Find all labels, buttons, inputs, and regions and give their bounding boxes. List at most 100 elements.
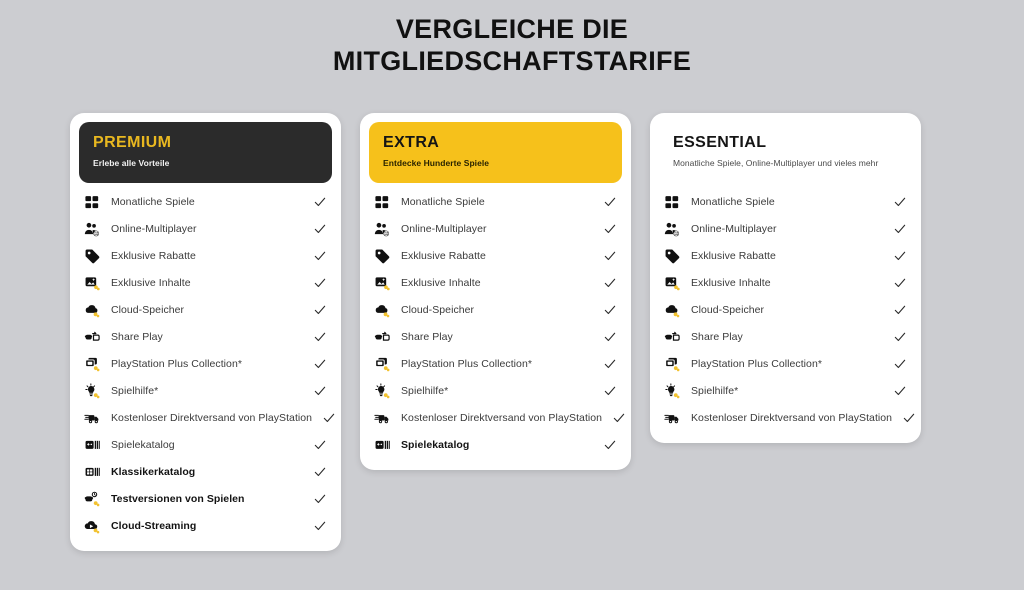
check-icon xyxy=(313,384,327,398)
feature-label: Exklusive Rabatte xyxy=(401,249,486,262)
feature-row: Spielekatalog xyxy=(84,432,327,459)
feature-label: Exklusive Rabatte xyxy=(691,249,776,262)
feature-row: Monatliche Spiele xyxy=(664,189,907,216)
feature-row: Exklusive Rabatte xyxy=(84,243,327,270)
free-shipping-icon xyxy=(664,410,681,427)
game-catalog-icon xyxy=(374,437,391,454)
page-title-line-2: MITGLIEDSCHAFTSTARIFE xyxy=(332,45,692,76)
check-icon xyxy=(603,276,617,290)
online-multiplayer-icon xyxy=(84,221,101,238)
feature-label: PlayStation Plus Collection* xyxy=(691,357,822,370)
tier-card-essential[interactable]: ESSENTIAL Monatliche Spiele, Online-Multi… xyxy=(650,113,921,443)
check-icon xyxy=(313,249,327,263)
feature-row: Exklusive Inhalte xyxy=(84,270,327,297)
classics-catalog-icon xyxy=(84,464,101,481)
feature-label: Spielhilfe* xyxy=(691,384,739,397)
check-icon xyxy=(893,357,907,371)
feature-row: Spielhilfe* xyxy=(84,378,327,405)
feature-label: Spielhilfe* xyxy=(111,384,159,397)
feature-label: Online-Multiplayer xyxy=(111,222,197,235)
check-icon xyxy=(313,357,327,371)
plus-collection-icon xyxy=(664,356,681,373)
feature-row: Exklusive Inhalte xyxy=(374,270,617,297)
feature-row: PlayStation Plus Collection* xyxy=(84,351,327,378)
cloud-streaming-icon xyxy=(84,518,101,535)
check-icon xyxy=(603,249,617,263)
check-icon xyxy=(902,411,916,425)
feature-label: Share Play xyxy=(111,330,163,343)
feature-row: Spielhilfe* xyxy=(374,378,617,405)
tier-subtitle-premium: Erlebe alle Vorteile xyxy=(93,158,170,168)
feature-label: Spielekatalog xyxy=(111,438,175,451)
page-title-line-1: VERGLEICHE DIE xyxy=(395,14,629,44)
feature-row: Exklusive Rabatte xyxy=(374,243,617,270)
tier-card-extra[interactable]: EXTRA Entdecke Hunderte Spiele Monatliche … xyxy=(360,113,631,470)
cloud-storage-icon xyxy=(664,302,681,319)
check-icon xyxy=(313,492,327,506)
comparison-page: VERGLEICHE DIE MITGLIEDSCHAFTSTARIFE PRE… xyxy=(0,0,1024,590)
free-shipping-icon xyxy=(84,410,101,427)
plus-collection-icon xyxy=(84,356,101,373)
feature-row: Online-Multiplayer xyxy=(374,216,617,243)
feature-row: Kostenloser Direktversand von PlayStatio… xyxy=(374,405,625,432)
exclusive-content-icon xyxy=(374,275,391,292)
monthly-games-icon xyxy=(84,194,101,211)
feature-row: Cloud-Streaming xyxy=(84,513,327,540)
feature-list-premium: Monatliche Spiele Online-Multiplayer Exklu… xyxy=(79,183,335,540)
feature-row: Spielekatalog xyxy=(374,432,617,459)
feature-row: Monatliche Spiele xyxy=(374,189,617,216)
feature-label: Monatliche Spiele xyxy=(691,195,775,208)
check-icon xyxy=(603,384,617,398)
feature-label: Kostenloser Direktversand von PlayStatio… xyxy=(111,411,313,424)
exclusive-discounts-icon xyxy=(84,248,101,265)
feature-row: Kostenloser Direktversand von PlayStatio… xyxy=(664,405,915,432)
feature-row: Cloud-Speicher xyxy=(84,297,327,324)
feature-label: Cloud-Streaming xyxy=(111,519,197,532)
game-help-icon xyxy=(374,382,391,400)
feature-label: Testversionen von Spielen xyxy=(111,492,245,505)
feature-row: Cloud-Speicher xyxy=(374,297,617,324)
check-icon xyxy=(603,438,617,452)
feature-row: Online-Multiplayer xyxy=(664,216,907,243)
check-icon xyxy=(893,276,907,290)
game-catalog-icon xyxy=(84,437,101,454)
check-icon xyxy=(603,195,617,209)
check-icon xyxy=(893,330,907,344)
share-play-icon xyxy=(84,329,101,346)
feature-label: Klassikerkatalog xyxy=(111,465,196,478)
feature-row: Cloud-Speicher xyxy=(664,297,907,324)
tier-header-extra: EXTRA Entdecke Hunderte Spiele xyxy=(369,122,622,183)
feature-row: Online-Multiplayer xyxy=(84,216,327,243)
feature-label: Spielhilfe* xyxy=(401,384,449,397)
tier-card-deck: PREMIUM Erlebe alle Vorteile Monatliche Sp… xyxy=(70,113,954,551)
tier-subtitle-extra: Entdecke Hunderte Spiele xyxy=(383,158,490,168)
tier-subtitle-essential: Monatliche Spiele, Online-Multiplayer un… xyxy=(673,158,879,168)
feature-row: Exklusive Rabatte xyxy=(664,243,907,270)
check-icon xyxy=(612,411,626,425)
exclusive-discounts-icon xyxy=(374,248,391,265)
check-icon xyxy=(893,249,907,263)
tier-name-premium: PREMIUM xyxy=(93,134,172,151)
check-icon xyxy=(603,357,617,371)
feature-label: Cloud-Speicher xyxy=(401,303,475,316)
share-play-icon xyxy=(664,329,681,346)
check-icon xyxy=(313,222,327,236)
feature-label: Share Play xyxy=(401,330,453,343)
feature-label: Exklusive Rabatte xyxy=(111,249,196,262)
feature-label: Online-Multiplayer xyxy=(401,222,487,235)
tier-card-premium[interactable]: PREMIUM Erlebe alle Vorteile Monatliche Sp… xyxy=(70,113,341,551)
feature-label: PlayStation Plus Collection* xyxy=(111,357,242,370)
feature-list-extra: Monatliche Spiele Online-Multiplayer Exklu… xyxy=(369,183,625,459)
tier-name-extra: EXTRA xyxy=(383,134,440,151)
game-help-icon xyxy=(664,382,681,400)
check-icon xyxy=(313,519,327,533)
check-icon xyxy=(603,303,617,317)
exclusive-content-icon xyxy=(664,275,681,292)
check-icon xyxy=(893,195,907,209)
feature-list-essential: Monatliche Spiele Online-Multiplayer Exklu… xyxy=(659,183,915,432)
feature-label: Monatliche Spiele xyxy=(111,195,195,208)
feature-row: Kostenloser Direktversand von PlayStatio… xyxy=(84,405,335,432)
free-shipping-icon xyxy=(374,410,391,427)
feature-label: Exklusive Inhalte xyxy=(111,276,191,289)
feature-row: Share Play xyxy=(84,324,327,351)
